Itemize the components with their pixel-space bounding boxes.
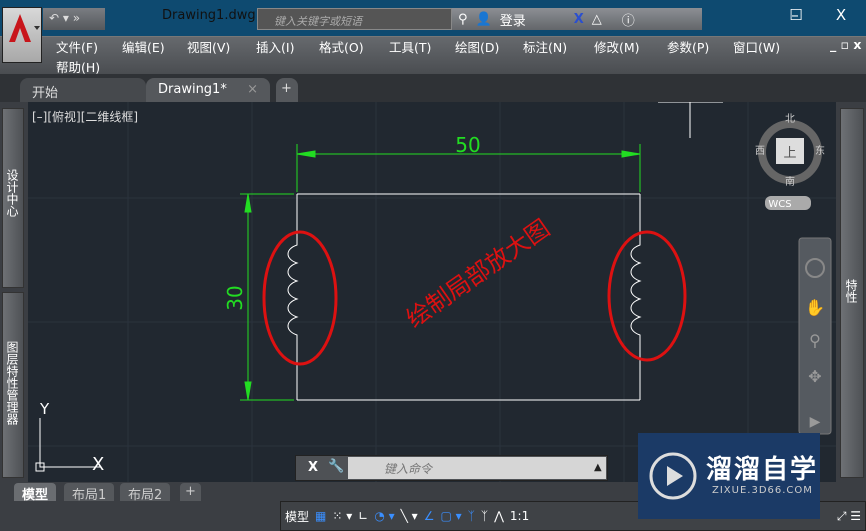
infocenter-toolbar: ⚲ 👤 登录 X △ ⓘ (452, 8, 702, 30)
menu-tools[interactable]: 工具(T) (389, 37, 431, 56)
user-icon: 👤 (475, 11, 492, 27)
viewcube-top[interactable]: 上 (783, 146, 796, 161)
menu-file[interactable]: 文件(F) (56, 37, 98, 56)
auto-scale-icon[interactable]: ᛉ (481, 509, 488, 523)
menu-dimension[interactable]: 标注(N) (523, 37, 567, 56)
annotation-text: 绘制局部放大图 (401, 214, 555, 333)
viewcube-west[interactable]: 西 (755, 146, 765, 157)
viewcube[interactable]: 上 北 南 东 西 WCS (755, 113, 825, 210)
showmotion-icon: ▶ (810, 414, 821, 430)
document-title: Drawing1.dwg (162, 8, 256, 23)
object-snap-tracking-icon[interactable]: ∠ (424, 509, 435, 523)
application-menu-button[interactable] (2, 7, 42, 63)
tab-start[interactable]: 开始 (20, 78, 146, 102)
undo-icon[interactable]: ↶ ▾ » (49, 11, 80, 25)
drawing-canvas[interactable]: 50 30 绘制局部放大图 Y X 上 北 南 东 西 WCS ✋ ⚲ ✥ ▶ … (28, 102, 836, 482)
polar-tracking-icon[interactable]: ◔ ▾ (374, 509, 394, 523)
left-detail-circle (262, 230, 338, 366)
axis-y-label: Y (39, 400, 50, 418)
geometry (35, 102, 723, 472)
layer-manager-palette[interactable]: 图层特性管理器 (2, 292, 24, 478)
new-tab-button[interactable]: + (276, 78, 298, 102)
command-placeholder: 键入命令 (384, 462, 433, 476)
viewcube-north[interactable]: 北 (785, 113, 795, 125)
dimension-vertical-text: 30 (223, 285, 247, 310)
command-history-arrow[interactable]: ▲ (594, 462, 602, 473)
right-wavy-edge (630, 194, 642, 400)
right-detail-circle (607, 230, 687, 362)
isodraft-icon[interactable]: ╲ ▾ (401, 509, 418, 523)
axis-x-label: X (92, 454, 104, 475)
command-input[interactable]: 键入命令 (348, 457, 606, 479)
customize-wrench-icon[interactable]: 🔧 (328, 459, 344, 474)
tab-label: 开始 (32, 86, 59, 101)
annotation-visibility-icon[interactable]: ᛉ (468, 509, 475, 523)
orbit-icon: ✥ (808, 367, 821, 386)
pan-icon: ✋ (805, 298, 825, 317)
close-command-line-icon[interactable]: X (308, 460, 318, 475)
palette-title: 特性 (844, 279, 858, 303)
viewcube-east[interactable]: 东 (815, 144, 825, 157)
tab-model[interactable]: 模型 (14, 483, 57, 503)
palette-title: 图层特性管理器 (5, 341, 19, 425)
ortho-icon[interactable]: ∟ (358, 509, 368, 523)
zoom-icon: ⚲ (809, 331, 821, 350)
dimensions (240, 144, 641, 401)
document-window-controls[interactable]: _ ▫ x (830, 37, 862, 52)
viewport-controls[interactable]: [–][俯视][二维线框] (32, 108, 138, 125)
tab-layout2[interactable]: 布局2 (120, 483, 171, 503)
fullscreen-icon[interactable]: ⤢ ☰ (837, 509, 861, 524)
menu-insert[interactable]: 插入(I) (256, 37, 294, 56)
menu-edit[interactable]: 编辑(E) (122, 37, 165, 56)
model-space-button[interactable]: 模型 (285, 508, 309, 525)
annotation-scale-icon[interactable]: ⋀ (494, 509, 504, 523)
menu-draw[interactable]: 绘图(D) (455, 37, 499, 56)
grid-icon[interactable]: ▦ (315, 509, 326, 523)
snap-icon[interactable]: ⁙ ▾ (332, 509, 352, 523)
command-line: X 🔧 键入命令 ▲ (295, 455, 608, 481)
menu-format[interactable]: 格式(O) (319, 37, 364, 56)
menu-parameters[interactable]: 参数(P) (667, 37, 709, 56)
navigation-bar[interactable]: ✋ ⚲ ✥ ▶ (798, 237, 832, 435)
autocad-logo-icon (9, 14, 40, 42)
viewcube-south[interactable]: 南 (785, 175, 795, 188)
palette-title: 设计中心 (5, 169, 19, 217)
dimension-horizontal-text: 50 (455, 133, 480, 157)
maximize-button-glyph[interactable]: ☐ (781, 6, 811, 24)
object-snap-icon[interactable]: ▢ ▾ (440, 509, 461, 523)
close-tab-icon[interactable]: × (247, 82, 258, 97)
annotation-scale-value[interactable]: 1:1 (510, 509, 529, 523)
file-tabs-bar: 开始 Drawing1* × + (0, 74, 866, 102)
help-icon[interactable]: ⓘ (622, 10, 635, 29)
add-layout-button[interactable]: + (180, 483, 201, 501)
close-button[interactable]: X (826, 6, 856, 24)
ucs-icon (39, 418, 100, 468)
menu-view[interactable]: 视图(V) (187, 37, 230, 56)
tab-label: Drawing1* (158, 82, 227, 97)
watermark-logo-icon (649, 452, 697, 500)
exchange-icon[interactable]: X (574, 12, 584, 27)
menu-window[interactable]: 窗口(W) (733, 37, 780, 56)
title-bar: ↶ ▾ » Drawing1.dwg 键入关键字或短语 ⚲ 👤 登录 X △ ⓘ… (0, 0, 866, 36)
watermark: 溜溜自学 ZIXUE.3D66.COM (638, 433, 820, 519)
design-center-palette[interactable]: 设计中心 (2, 108, 24, 288)
left-wavy-edge (287, 194, 299, 400)
drawing-area: 50 30 绘制局部放大图 Y X 上 北 南 东 西 WCS ✋ ⚲ ✥ ▶ (28, 102, 836, 482)
search-input[interactable]: 键入关键字或短语 (257, 8, 452, 30)
binoculars-icon[interactable]: ⚲ (458, 12, 468, 27)
wcs-menu[interactable]: WCS (768, 199, 791, 210)
login-button[interactable]: 登录 (500, 10, 526, 29)
menu-bar: 文件(F) 编辑(E) 视图(V) 插入(I) 格式(O) 工具(T) 绘图(D… (0, 36, 866, 75)
menu-modify[interactable]: 修改(M) (594, 37, 640, 56)
properties-palette[interactable]: 特性 (840, 108, 864, 478)
tab-drawing1[interactable]: Drawing1* × (146, 78, 270, 102)
quick-access-toolbar[interactable]: ↶ ▾ » (43, 8, 105, 30)
autodesk-a360-icon[interactable]: △ (592, 12, 602, 27)
watermark-brand: 溜溜自学 (706, 455, 819, 485)
watermark-url: ZIXUE.3D66.COM (712, 485, 813, 496)
tab-layout1[interactable]: 布局1 (64, 483, 115, 503)
